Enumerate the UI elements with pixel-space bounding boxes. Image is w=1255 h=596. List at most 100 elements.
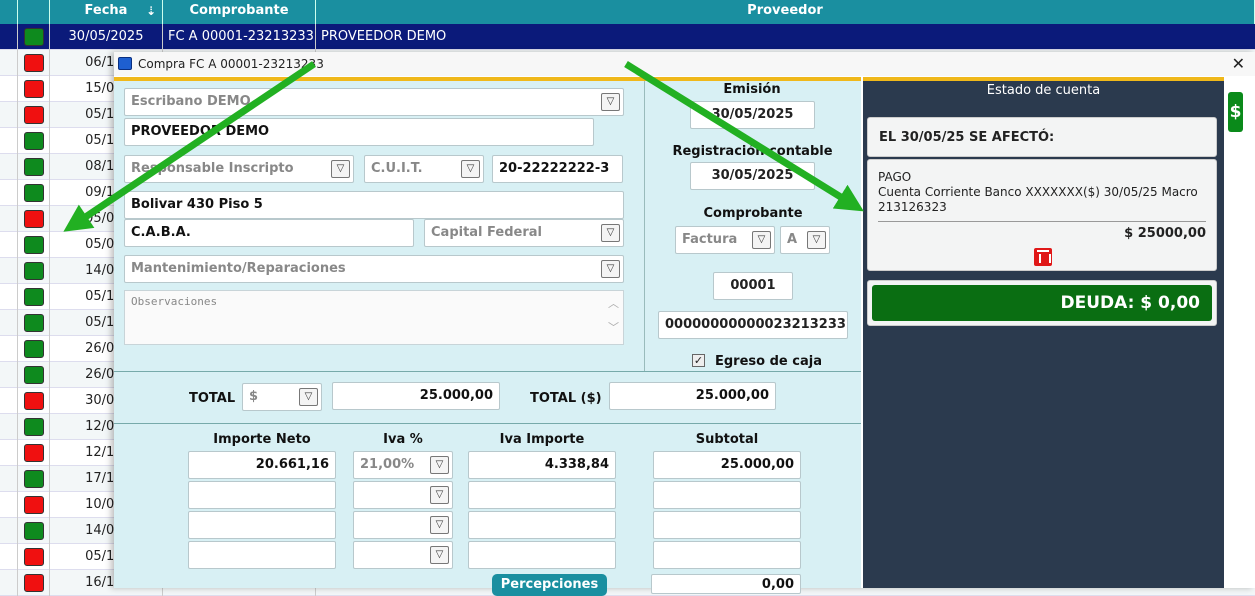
subtotal-field[interactable]: 25.000,00 bbox=[653, 451, 801, 479]
tipo-comprobante-select[interactable]: Factura ▽ bbox=[675, 226, 775, 254]
chevron-down-icon[interactable]: ▽ bbox=[461, 160, 480, 178]
row-select-cell[interactable] bbox=[0, 284, 18, 310]
row-select-cell[interactable] bbox=[0, 362, 18, 388]
iva-select[interactable]: ▽ bbox=[353, 541, 453, 569]
status-badge[interactable] bbox=[24, 444, 44, 462]
chevron-down-icon[interactable]: ▽ bbox=[430, 516, 449, 534]
status-badge[interactable] bbox=[24, 340, 44, 358]
condicion-iva-select[interactable]: Responsable Inscripto ▽ bbox=[124, 155, 354, 183]
iva-importe-field[interactable] bbox=[468, 481, 616, 509]
subtotal-field[interactable] bbox=[653, 511, 801, 539]
status-badge[interactable] bbox=[24, 392, 44, 410]
percepciones-total-field[interactable]: 0,00 bbox=[651, 574, 801, 594]
observaciones-textarea[interactable]: Observaciones ︿ ﹀ bbox=[124, 290, 624, 345]
row-select-cell[interactable] bbox=[0, 128, 18, 154]
direccion-field[interactable]: Bolivar 430 Piso 5 bbox=[124, 191, 624, 219]
close-icon[interactable]: ✕ bbox=[1232, 52, 1245, 76]
row-select-cell[interactable] bbox=[0, 518, 18, 544]
table-row[interactable]: 30/05/2025 FC A 00001-23213233 PROVEEDOR D… bbox=[0, 24, 1255, 50]
importe-neto-field[interactable] bbox=[188, 541, 336, 569]
status-badge[interactable] bbox=[24, 54, 44, 72]
header-comprobante[interactable]: Comprobante bbox=[163, 0, 316, 24]
row-select-cell[interactable] bbox=[0, 440, 18, 466]
status-badge[interactable] bbox=[24, 184, 44, 202]
letra-select[interactable]: A ▽ bbox=[780, 226, 830, 254]
numero-field[interactable]: 00000000000023213233 bbox=[658, 311, 848, 339]
chevron-down-icon[interactable]: ▽ bbox=[430, 486, 449, 504]
moneda-select[interactable]: $ ▽ bbox=[242, 383, 322, 411]
emision-date-field[interactable]: 30/05/2025 bbox=[690, 101, 815, 129]
row-select-cell[interactable] bbox=[0, 24, 18, 50]
chevron-down-icon[interactable]: ▽ bbox=[430, 456, 449, 474]
status-badge[interactable] bbox=[24, 106, 44, 124]
row-select-cell[interactable] bbox=[0, 102, 18, 128]
status-badge[interactable] bbox=[24, 132, 44, 150]
chevron-down-icon[interactable]: ▽ bbox=[601, 93, 620, 111]
chevron-down-icon[interactable]: ▽ bbox=[430, 546, 449, 564]
importe-neto-field[interactable]: 20.661,16 bbox=[188, 451, 336, 479]
subtotal-field[interactable] bbox=[653, 541, 801, 569]
iva-importe-field[interactable] bbox=[468, 511, 616, 539]
row-select-cell[interactable] bbox=[0, 50, 18, 76]
row-select-cell[interactable] bbox=[0, 336, 18, 362]
header-fecha[interactable]: Fecha ⇣ bbox=[50, 0, 163, 24]
importe-neto-field[interactable] bbox=[188, 481, 336, 509]
chevron-down-icon[interactable]: ▽ bbox=[807, 231, 826, 249]
cuit-field[interactable]: 20-22222222-3 bbox=[492, 155, 623, 183]
status-badge[interactable] bbox=[24, 496, 44, 514]
trash-icon[interactable] bbox=[1034, 248, 1052, 266]
status-badge[interactable] bbox=[24, 574, 44, 592]
provincia-select[interactable]: Capital Federal ▽ bbox=[424, 219, 624, 247]
iva-importe-field[interactable]: 4.338,84 bbox=[468, 451, 616, 479]
status-badge[interactable] bbox=[24, 418, 44, 436]
row-select-cell[interactable] bbox=[0, 414, 18, 440]
status-badge[interactable] bbox=[24, 80, 44, 98]
status-badge[interactable] bbox=[24, 314, 44, 332]
row-select-cell[interactable] bbox=[0, 76, 18, 102]
status-badge[interactable] bbox=[24, 158, 44, 176]
dollar-button[interactable]: $ bbox=[1228, 92, 1243, 132]
iva-select[interactable]: 21,00% ▽ bbox=[353, 451, 453, 479]
row-select-cell[interactable] bbox=[0, 310, 18, 336]
status-badge[interactable] bbox=[24, 366, 44, 384]
total-pesos-field[interactable]: 25.000,00 bbox=[609, 382, 776, 410]
scroll-down-icon[interactable]: ﹀ bbox=[608, 319, 619, 335]
status-badge[interactable] bbox=[24, 470, 44, 488]
sort-desc-icon[interactable]: ⇣ bbox=[146, 0, 156, 22]
status-badge[interactable] bbox=[24, 236, 44, 254]
status-badge[interactable] bbox=[24, 262, 44, 280]
header-select-col[interactable] bbox=[0, 0, 18, 24]
header-proveedor[interactable]: Proveedor bbox=[316, 0, 1255, 24]
localidad-field[interactable]: C.A.B.A. bbox=[124, 219, 414, 247]
punto-venta-field[interactable]: 00001 bbox=[713, 272, 793, 300]
status-badge[interactable] bbox=[24, 522, 44, 540]
scroll-up-icon[interactable]: ︿ bbox=[608, 295, 619, 311]
row-select-cell[interactable] bbox=[0, 570, 18, 596]
row-select-cell[interactable] bbox=[0, 154, 18, 180]
proveedor-field[interactable]: PROVEEDOR DEMO bbox=[124, 118, 594, 146]
registracion-date-field[interactable]: 30/05/2025 bbox=[690, 162, 815, 190]
importe-neto-field[interactable] bbox=[188, 511, 336, 539]
status-badge[interactable] bbox=[24, 548, 44, 566]
row-select-cell[interactable] bbox=[0, 180, 18, 206]
row-select-cell[interactable] bbox=[0, 258, 18, 284]
status-badge[interactable] bbox=[24, 210, 44, 228]
egreso-checkbox[interactable]: ✓ bbox=[692, 354, 705, 367]
categoria-select[interactable]: Mantenimiento/Reparaciones ▽ bbox=[124, 255, 624, 283]
row-select-cell[interactable] bbox=[0, 492, 18, 518]
row-select-cell[interactable] bbox=[0, 206, 18, 232]
chevron-down-icon[interactable]: ▽ bbox=[601, 260, 620, 278]
chevron-down-icon[interactable]: ▽ bbox=[752, 231, 771, 249]
percepciones-button[interactable]: Percepciones bbox=[492, 574, 607, 596]
escribano-select[interactable]: Escribano DEMO ▽ bbox=[124, 88, 624, 116]
row-select-cell[interactable] bbox=[0, 544, 18, 570]
row-select-cell[interactable] bbox=[0, 232, 18, 258]
row-select-cell[interactable] bbox=[0, 466, 18, 492]
row-select-cell[interactable] bbox=[0, 388, 18, 414]
status-badge[interactable] bbox=[24, 288, 44, 306]
chevron-down-icon[interactable]: ▽ bbox=[331, 160, 350, 178]
iva-select[interactable]: ▽ bbox=[353, 511, 453, 539]
tipo-doc-select[interactable]: C.U.I.T. ▽ bbox=[364, 155, 484, 183]
iva-importe-field[interactable] bbox=[468, 541, 616, 569]
status-badge[interactable] bbox=[24, 28, 44, 46]
